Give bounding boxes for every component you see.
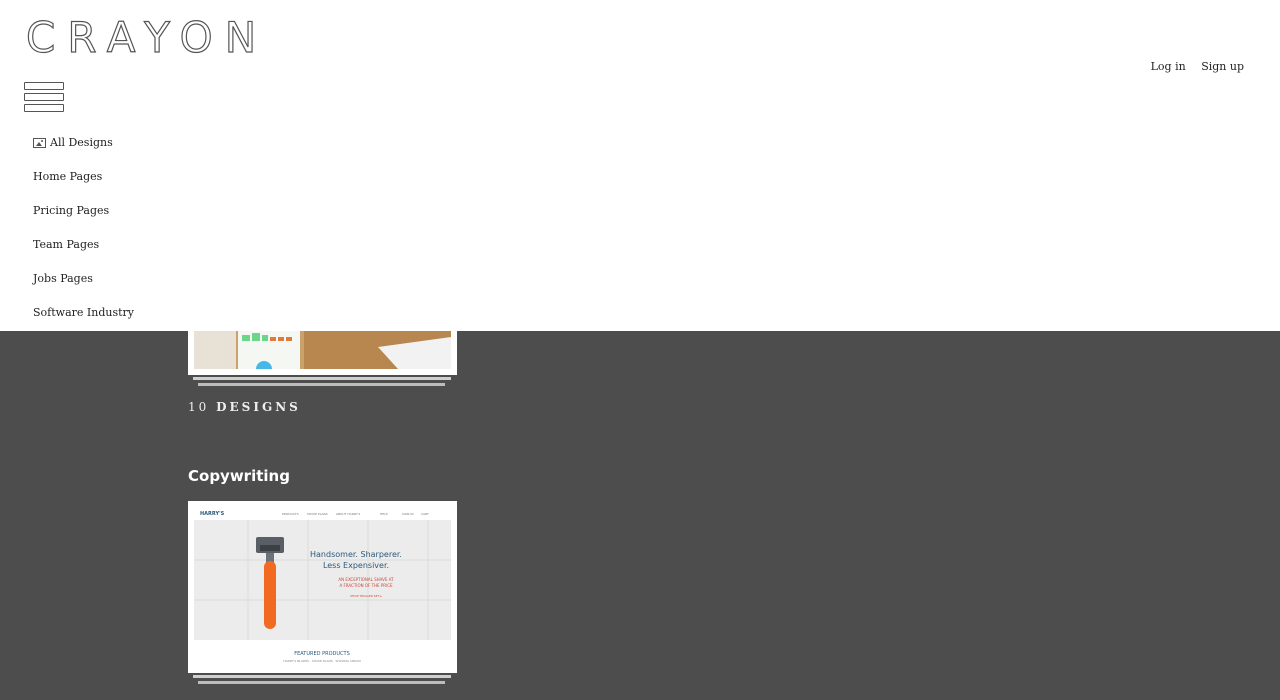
design-count-number: 10 [188,400,210,414]
nav-item-jobs-pages[interactable]: Jobs Pages [33,270,134,304]
header: CRAYON Log in Sign up All Designs Home P… [0,0,1280,331]
card-stack-layer [193,377,451,380]
thumb-cta: SHOP TRIGGER SET ▸ [350,594,382,598]
auth-links: Log in Sign up [1139,60,1244,73]
crayon-logo[interactable]: CRAYON [25,13,268,62]
image-icon [33,138,46,148]
design-count: 10 DESIGNS [188,400,301,414]
card-stack-layer [198,681,445,684]
thumb-headline: Less Expensiver. [323,561,389,570]
signup-link[interactable]: Sign up [1201,60,1244,73]
card-stack-layer [198,383,445,386]
login-link[interactable]: Log in [1151,60,1186,73]
nav-item-label: Team Pages [33,238,100,251]
design-count-label: DESIGNS [216,400,301,414]
nav-item-label: Home Pages [33,170,103,183]
thumb-section-sub: HARRY'S BLADES · SHAVE PLANS · SHAVING C… [283,659,361,663]
thumb-nav-item: SIGN IN [402,512,413,516]
thumb-nav-item: PRODUCTS [282,512,299,516]
thumb-nav-item: HELP [380,512,388,516]
menu-hamburger-icon[interactable] [24,82,64,112]
thumb-subtitle: AN EXCEPTIONAL SHAVE AT [338,577,394,582]
thumb-nav-item: SHAVE PLANS [307,512,328,516]
nav-item-label: All Designs [50,136,113,149]
thumb-brand: HARRY'S [200,511,225,517]
nav-item-label: Software Industry [33,306,134,319]
nav-item-software-industry[interactable]: Software Industry [33,304,134,338]
collection-title[interactable]: Copywriting [188,467,290,485]
thumb-nav-item: ABOUT HARRY'S [336,512,360,516]
nav-item-label: Jobs Pages [33,272,93,285]
nav-item-label: Pricing Pages [33,204,110,217]
nav-item-pricing-pages[interactable]: Pricing Pages [33,202,134,236]
nav-item-home-pages[interactable]: Home Pages [33,168,134,202]
nav-item-team-pages[interactable]: Team Pages [33,236,134,270]
collection-card-thumbnail[interactable]: HARRY'S PRODUCTS SHAVE PLANS ABOUT HARRY… [188,501,457,673]
thumb-section-title: FEATURED PRODUCTS [294,651,350,657]
thumb-nav-item: CART [421,512,429,516]
design-thumbnail-image: HARRY'S PRODUCTS SHAVE PLANS ABOUT HARRY… [188,501,457,673]
collection-card-thumbnail[interactable] [188,331,457,375]
thumb-headline: Handsomer. Sharperer. [310,550,402,559]
design-thumbnail-image [194,331,451,369]
category-nav: All Designs Home Pages Pricing Pages Tea… [33,134,134,338]
thumb-subtitle: A FRACTION OF THE PRICE [339,583,393,588]
nav-item-all-designs[interactable]: All Designs [33,134,134,168]
card-stack-layer [193,675,451,678]
